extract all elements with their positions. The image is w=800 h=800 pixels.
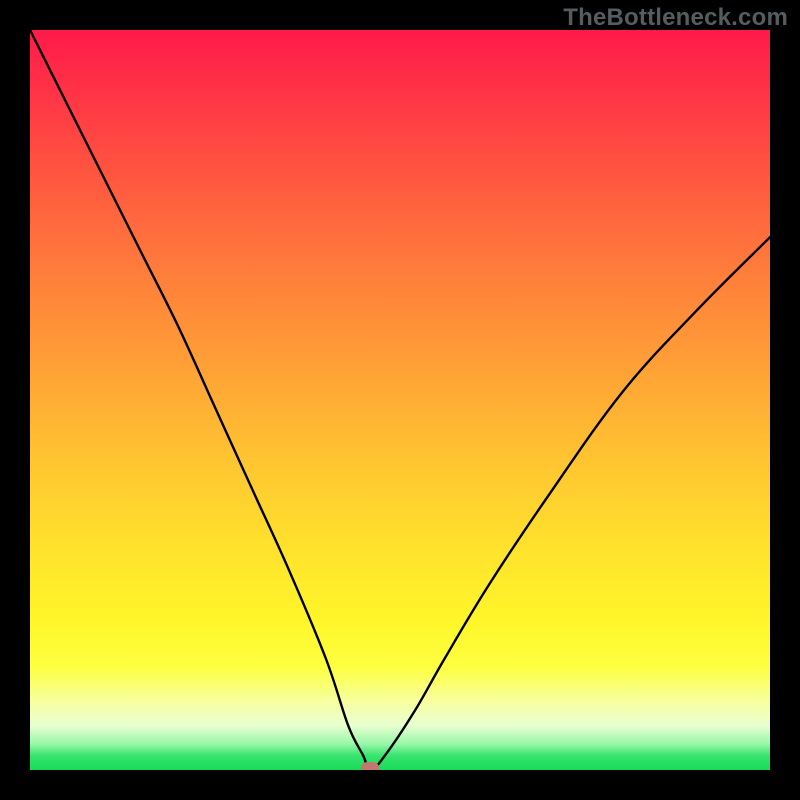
- chart-plot-area: [30, 30, 770, 770]
- bottleneck-curve: [30, 30, 770, 770]
- watermark-text: TheBottleneck.com: [563, 4, 788, 32]
- optimal-point-marker: [361, 762, 379, 770]
